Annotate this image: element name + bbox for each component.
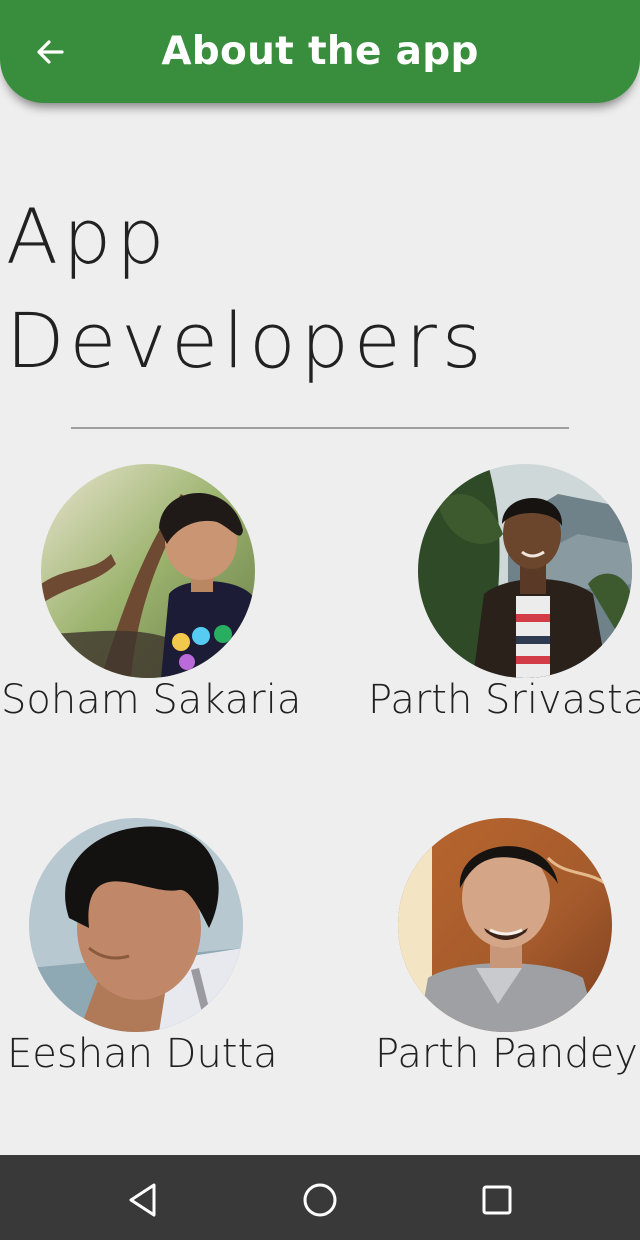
nav-back-button[interactable] [118,1175,168,1225]
avatar [418,464,632,678]
triangle-back-icon [129,1183,156,1217]
developer-card-eeshan-dutta[interactable]: Eeshan Dutta [0,816,300,1086]
back-button[interactable] [22,24,78,80]
page-title: About the app [161,29,479,74]
avatar [29,818,243,1032]
developer-name: Eeshan Dutta [7,1031,278,1077]
developer-name: Parth Srivasta [368,677,640,723]
divider [71,427,569,429]
app-bar: About the app [0,0,640,103]
developer-card-soham-sakaria[interactable]: Soham Sakaria [0,462,302,732]
section-title: App Developers [6,192,487,385]
developer-card-parth-pandey[interactable]: Parth Pandey [340,816,640,1086]
developer-name: Soham Sakaria [1,677,302,723]
circle-home-icon [303,1183,337,1217]
nav-recents-button[interactable] [472,1175,522,1225]
system-navigation-bar [0,1155,640,1240]
square-recents-icon [482,1185,512,1215]
developer-card-parth-srivasta[interactable]: Parth Srivasta [340,462,640,732]
developer-name: Parth Pandey [375,1031,638,1077]
avatar [398,818,612,1032]
nav-home-button[interactable] [295,1175,345,1225]
avatar [41,464,255,678]
arrow-left-icon [37,40,64,64]
